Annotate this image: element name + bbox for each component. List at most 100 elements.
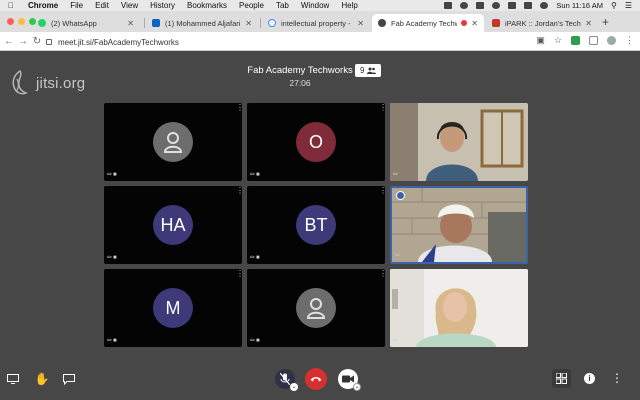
close-icon[interactable]: ✕ bbox=[245, 19, 252, 28]
hangup-button[interactable] bbox=[305, 368, 327, 390]
participant-video-tile[interactable]: ✏ bbox=[390, 269, 528, 347]
browser-toolbar: ← → ↻ meet.jit.si/FabAcademyTechworks ▣ … bbox=[0, 32, 640, 51]
close-icon[interactable]: ✕ bbox=[127, 19, 134, 28]
reload-icon[interactable]: ↻ bbox=[30, 36, 44, 47]
tile-menu-icon[interactable]: ⋮ bbox=[236, 187, 242, 197]
chevron-down-icon[interactable]: ⌄ bbox=[290, 383, 298, 391]
tile-menu-icon[interactable]: ⋮ bbox=[379, 270, 385, 280]
menu-bookmarks[interactable]: Bookmarks bbox=[187, 1, 227, 10]
close-icon[interactable]: ✕ bbox=[357, 19, 364, 28]
participant-tile[interactable]: O ⋮ ✏■ bbox=[247, 103, 385, 181]
participant-tile[interactable]: HA ⋮ ✏■ bbox=[104, 186, 242, 264]
tab-label: Fab Academy Techworks bbox=[391, 18, 457, 28]
dominant-speaker-tile[interactable]: ✏ bbox=[390, 186, 528, 264]
raise-hand-icon: ✋ bbox=[34, 372, 50, 386]
url-text[interactable]: meet.jit.si/FabAcademyTechworks bbox=[58, 38, 179, 47]
menu-edit[interactable]: Edit bbox=[95, 1, 109, 10]
participant-tile[interactable]: ⋮ ✏■ bbox=[104, 103, 242, 181]
menu-tab[interactable]: Tab bbox=[276, 1, 289, 10]
menu-app-name[interactable]: Chrome bbox=[28, 1, 58, 10]
participant-tile[interactable]: ⋮ ✏■ bbox=[247, 269, 385, 347]
tab-linkedin[interactable]: (1) Mohammed Aljafari | Link ✕ bbox=[146, 14, 258, 32]
screenshare-button[interactable] bbox=[6, 372, 20, 386]
speaker-indicator-icon bbox=[396, 191, 405, 200]
whatsapp-icon bbox=[38, 19, 46, 27]
user-icon[interactable] bbox=[540, 2, 549, 9]
profile-icon[interactable] bbox=[607, 36, 616, 45]
more-options-button[interactable]: ⋮ bbox=[611, 371, 623, 385]
menu-file[interactable]: File bbox=[70, 1, 83, 10]
chat-icon bbox=[63, 373, 75, 385]
muted-camera-off-icon: ✏■ bbox=[107, 172, 118, 178]
close-icon[interactable]: ✕ bbox=[585, 19, 592, 28]
person-icon bbox=[163, 132, 183, 153]
tile-menu-icon[interactable]: ⋮ bbox=[379, 187, 385, 197]
extension-green-icon[interactable] bbox=[571, 36, 580, 45]
meeting-title: Fab Academy Techworks bbox=[247, 65, 353, 76]
participant-tile[interactable]: BT ⋮ ✏■ bbox=[247, 186, 385, 264]
volume-icon[interactable] bbox=[508, 2, 517, 9]
participant-count: 9 bbox=[360, 66, 365, 75]
info-button[interactable]: i bbox=[584, 373, 595, 384]
spotlight-search-icon[interactable]: ⚲ bbox=[611, 1, 617, 10]
jitsi-logo-icon bbox=[12, 69, 28, 95]
apple-icon[interactable]:  bbox=[8, 1, 18, 10]
menu-view[interactable]: View bbox=[121, 1, 138, 10]
screen-share-icon bbox=[7, 374, 19, 384]
wifi-icon[interactable] bbox=[492, 2, 501, 9]
avatar: BT bbox=[296, 205, 336, 245]
close-window-icon[interactable] bbox=[7, 18, 14, 25]
participant-count-badge[interactable]: 9 bbox=[355, 64, 382, 77]
chrome-menu-icon[interactable]: ⋮ bbox=[625, 35, 634, 46]
tab-label: (2) WhatsApp bbox=[51, 18, 97, 28]
camera-status-icon[interactable] bbox=[444, 2, 453, 9]
menu-help[interactable]: Help bbox=[341, 1, 357, 10]
meeting-toolbar: ✋ ⌄ ⌄ i ⋮ bbox=[0, 360, 640, 400]
muted-camera-off-icon: ✏■ bbox=[250, 255, 261, 261]
tab-ipark[interactable]: iPARK :: Jordan's Technolog ✕ bbox=[486, 14, 598, 32]
tab-whatsapp[interactable]: (2) WhatsApp ✕ bbox=[32, 14, 140, 32]
menu-people[interactable]: People bbox=[239, 1, 264, 10]
menubar-clock[interactable]: Sun 11:16 AM bbox=[556, 1, 603, 10]
chat-button[interactable] bbox=[62, 372, 76, 386]
tab-jitsi-active[interactable]: Fab Academy Techworks ✕ bbox=[372, 14, 484, 32]
raise-hand-button[interactable]: ✋ bbox=[34, 371, 50, 387]
tab-google[interactable]: intellectual property - Goog ✕ bbox=[262, 14, 370, 32]
tab-label: intellectual property - Goog bbox=[281, 18, 353, 28]
menubar-status: Sun 11:16 AM ⚲ ☰ bbox=[444, 0, 632, 11]
meeting-timer: 27:06 bbox=[289, 78, 311, 88]
muted-mic-icon: ✏ bbox=[393, 338, 400, 344]
tile-menu-icon[interactable]: ⋮ bbox=[236, 270, 242, 280]
avatar bbox=[153, 122, 193, 162]
jitsi-logo[interactable]: jitsi.org bbox=[8, 69, 85, 97]
extension-icon[interactable] bbox=[589, 36, 598, 45]
person-icon bbox=[306, 298, 326, 319]
minimize-window-icon[interactable] bbox=[18, 18, 25, 25]
back-icon[interactable]: ← bbox=[2, 36, 16, 47]
forward-icon[interactable]: → bbox=[16, 36, 30, 47]
menu-history[interactable]: History bbox=[150, 1, 175, 10]
tile-menu-icon[interactable]: ⋮ bbox=[236, 104, 242, 114]
camera-button[interactable]: ⌄ bbox=[338, 369, 361, 391]
tile-view-button[interactable] bbox=[552, 369, 571, 388]
cast-icon[interactable]: ▣ bbox=[536, 35, 545, 46]
tile-menu-icon[interactable]: ⋮ bbox=[379, 104, 385, 114]
menu-list-icon[interactable]: ☰ bbox=[625, 1, 632, 10]
airplay-icon[interactable] bbox=[476, 2, 485, 9]
mic-off-icon bbox=[280, 373, 290, 385]
sync-status-icon[interactable] bbox=[460, 2, 469, 9]
participant-video-tile[interactable]: ✏ bbox=[390, 103, 528, 181]
close-icon[interactable]: ✕ bbox=[471, 19, 478, 28]
battery-icon[interactable] bbox=[524, 2, 533, 9]
address-bar[interactable]: meet.jit.si/FabAcademyTechworks bbox=[46, 35, 526, 49]
chevron-down-icon[interactable]: ⌄ bbox=[353, 383, 361, 391]
avatar: O bbox=[296, 122, 336, 162]
tab-label: iPARK :: Jordan's Technolog bbox=[505, 18, 581, 28]
microphone-button[interactable]: ⌄ bbox=[275, 369, 298, 391]
new-tab-icon[interactable]: + bbox=[602, 15, 609, 29]
info-icon: i bbox=[588, 374, 591, 383]
bookmark-star-icon[interactable]: ☆ bbox=[554, 35, 562, 46]
menu-window[interactable]: Window bbox=[301, 1, 329, 10]
participant-tile[interactable]: M ⋮ ✏■ bbox=[104, 269, 242, 347]
lock-icon[interactable] bbox=[46, 39, 52, 45]
